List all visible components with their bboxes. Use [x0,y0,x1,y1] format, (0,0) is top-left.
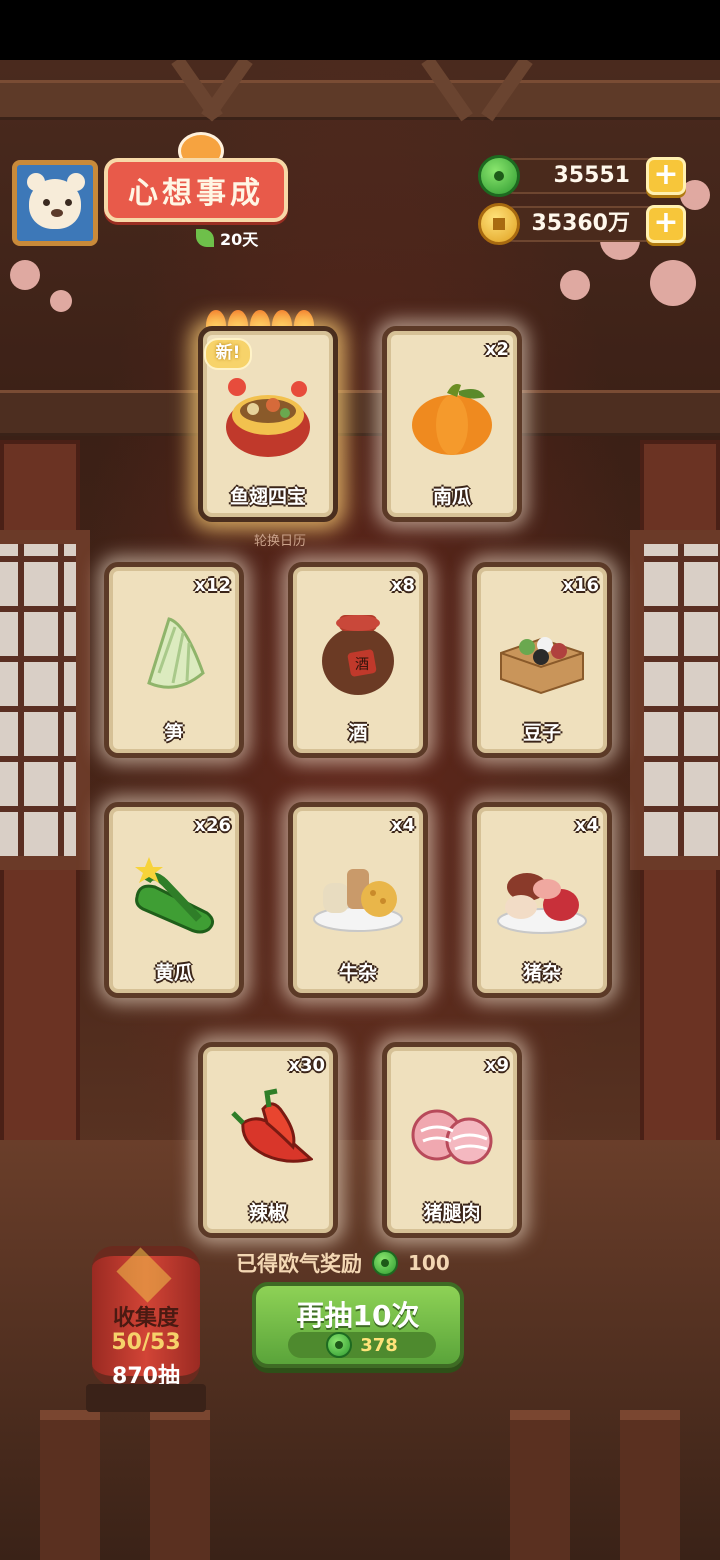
rotation-calendar-label[interactable]: 轮换日历 [240,530,320,549]
blossom-icon [10,260,40,290]
days-text: 20天 [220,230,259,249]
add-coin-button[interactable]: + [646,205,686,243]
draw-ten-button[interactable]: 再抽10次 378 [252,1282,464,1368]
reward-card[interactable]: x12 笋 [104,562,244,758]
card-name: 鱼翅四宝 [229,486,306,508]
chili-icon [231,1088,313,1163]
lattice-window-left [0,530,90,870]
draw-cost-value: 378 [360,1334,398,1356]
card-name: 猪腿肉 [423,1202,481,1224]
railing-post [510,1410,570,1560]
avatar-nose [51,209,63,217]
soup-pot-icon [226,378,310,457]
beans-box-icon [500,637,584,695]
card-name: 豆子 [522,722,561,744]
lantern-stand [86,1384,206,1412]
pork-offal-icon [497,873,587,934]
card-count: x8 [390,575,415,596]
card-count: x4 [574,815,599,836]
bamboo-shoot-icon [147,617,205,689]
branch-icon [196,229,214,247]
card-name: 酒 [348,722,368,744]
new-badge: 新! [204,338,252,370]
lantern-seal [116,1247,172,1303]
add-jade-button[interactable]: + [646,157,686,195]
wall-beam [0,390,720,436]
blossom-icon [560,270,590,300]
card-name: 黄瓜 [154,962,193,984]
reward-card[interactable]: x2 南瓜 [382,326,522,522]
card-count: x30 [288,1055,325,1076]
draw-cost: 378 [288,1332,436,1358]
card-name: 猪杂 [522,962,561,984]
bear-face-icon [29,179,81,229]
player-avatar[interactable] [12,160,98,246]
collection-progress: 50/53 [111,1330,181,1355]
roof-beam [0,80,720,120]
avatar-eye [43,199,50,206]
days-remaining: 20天 [196,226,258,250]
wine-jar-icon: 酒 [322,615,394,695]
avatar-eye [65,199,72,206]
jade-icon [326,1332,353,1358]
card-name: 笋 [164,722,184,744]
draw-button-label: 再抽10次 [296,1299,420,1332]
jade-icon [372,1250,398,1276]
card-count: x26 [194,815,231,836]
lattice-window-right [630,530,720,870]
pumpkin-icon [412,384,492,455]
card-count: x16 [562,575,599,596]
blossom-icon [50,290,72,312]
coin-icon [478,203,520,245]
card-count: x12 [194,575,231,596]
beef-offal-icon [313,869,403,932]
lucky-reward-label: 已得欧气奖励 [236,1252,362,1276]
pork-leg-icon [411,1109,493,1165]
reward-card[interactable]: x8 酒 酒 [288,562,428,758]
svg-text:酒: 酒 [355,657,369,673]
railing-post [150,1410,210,1560]
jade-icon [478,155,520,197]
card-count: x4 [390,815,415,836]
railing-post [40,1410,100,1560]
lucky-reward-row: 已得欧气奖励 100 [236,1248,450,1278]
card-count: x9 [484,1055,509,1076]
collection-lantern[interactable]: 收集度 50/53 870抽 [92,1246,200,1389]
card-count: x2 [484,339,509,360]
reward-card[interactable]: x4 猪杂 [472,802,612,998]
reward-card[interactable]: x4 牛杂 [288,802,428,998]
reward-card[interactable]: x9 猪腿肉 [382,1042,522,1238]
collection-label: 收集度 [112,1306,179,1331]
reward-card[interactable]: x16 豆子 [472,562,612,758]
title-plaque[interactable]: 心想事成 [104,158,288,222]
reward-card[interactable]: x26 黄瓜 [104,802,244,998]
railing-post [620,1410,680,1560]
card-name: 南瓜 [432,486,471,508]
blossom-icon [650,260,696,306]
status-bar [0,0,720,60]
card-name: 牛杂 [338,962,377,984]
cucumber-icon [135,857,214,934]
reward-card[interactable]: x30 辣椒 [198,1042,338,1238]
lucky-reward-value: 100 [408,1251,450,1275]
card-name: 辣椒 [248,1202,287,1224]
